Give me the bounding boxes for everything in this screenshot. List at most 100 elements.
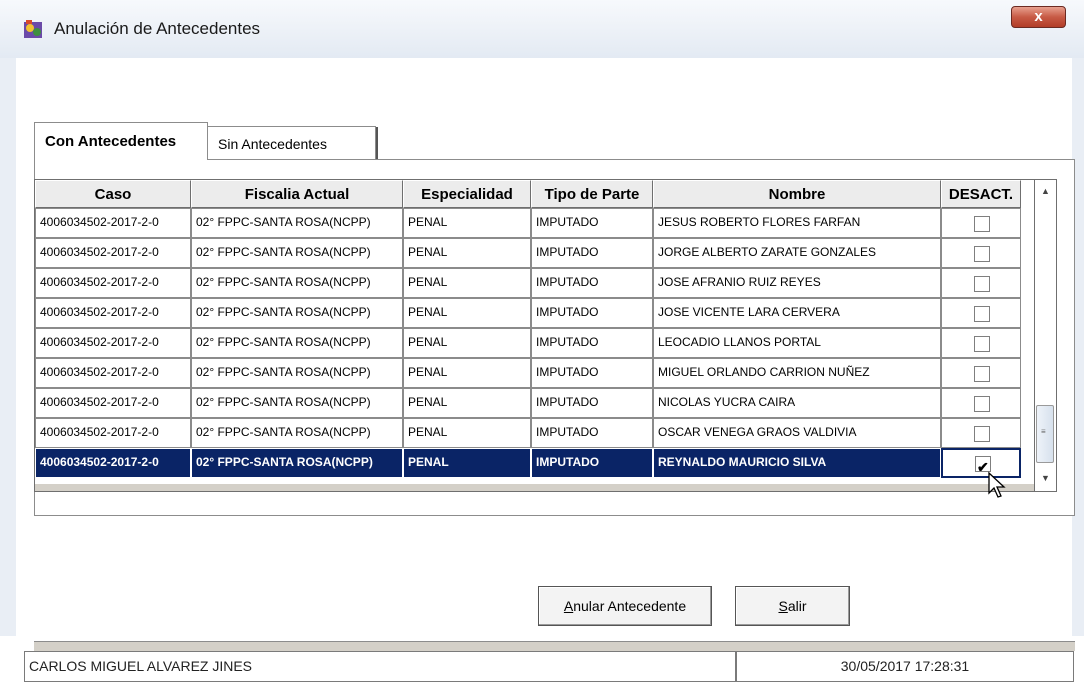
cell-tipo-parte[interactable]: IMPUTADO <box>531 448 653 478</box>
column-header-tipo-parte[interactable]: Tipo de Parte <box>531 180 653 208</box>
cell-nombre[interactable]: JESUS ROBERTO FLORES FARFAN <box>653 208 941 238</box>
cell-fiscalia[interactable]: 02° FPPC-SANTA ROSA(NCPP) <box>191 268 403 298</box>
cell-fiscalia[interactable]: 02° FPPC-SANTA ROSA(NCPP) <box>191 298 403 328</box>
scrollbar-grip-icon: ≡ <box>1041 427 1046 436</box>
cell-tipo-parte[interactable]: IMPUTADO <box>531 418 653 448</box>
column-header-fiscalia[interactable]: Fiscalia Actual <box>191 180 403 208</box>
desact-checkbox[interactable] <box>974 276 990 292</box>
cell-caso[interactable]: 4006034502-2017-2-0 <box>35 328 191 358</box>
cell-nombre[interactable]: REYNALDO MAURICIO SILVA <box>653 448 941 478</box>
cell-nombre[interactable]: NICOLAS YUCRA CAIRA <box>653 388 941 418</box>
table-row[interactable]: 4006034502-2017-2-0 02° FPPC-SANTA ROSA(N… <box>35 358 1034 388</box>
cell-desact <box>941 328 1021 358</box>
cell-caso[interactable]: 4006034502-2017-2-0 <box>35 448 191 478</box>
cell-caso[interactable]: 4006034502-2017-2-0 <box>35 208 191 238</box>
mouse-cursor-icon <box>988 471 1006 498</box>
grid-horizontal-edge <box>34 484 1034 492</box>
cell-tipo-parte[interactable]: IMPUTADO <box>531 208 653 238</box>
cell-desact <box>941 268 1021 298</box>
table-row[interactable]: 4006034502-2017-2-0 02° FPPC-SANTA ROSA(N… <box>35 388 1034 418</box>
cell-caso[interactable]: 4006034502-2017-2-0 <box>35 238 191 268</box>
scroll-down-arrow-icon[interactable]: ▼ <box>1041 473 1050 483</box>
cell-caso[interactable]: 4006034502-2017-2-0 <box>35 358 191 388</box>
cell-fiscalia[interactable]: 02° FPPC-SANTA ROSA(NCPP) <box>191 448 403 478</box>
table-row[interactable]: 4006034502-2017-2-0 02° FPPC-SANTA ROSA(N… <box>35 208 1034 238</box>
client-area: Con Antecedentes Sin Antecedentes Caso F… <box>16 58 1075 682</box>
tab-con-antecedentes[interactable]: Con Antecedentes <box>34 122 208 160</box>
dialog-window: Anulación de Antecedentes x Con Antecede… <box>0 0 1084 682</box>
antecedentes-grid[interactable]: Caso Fiscalia Actual Especialidad Tipo d… <box>34 179 1034 485</box>
cell-caso[interactable]: 4006034502-2017-2-0 <box>35 388 191 418</box>
table-row[interactable]: 4006034502-2017-2-0 02° FPPC-SANTA ROSA(N… <box>35 298 1034 328</box>
table-row[interactable]: 4006034502-2017-2-0 02° FPPC-SANTA ROSA(N… <box>35 418 1034 448</box>
cell-especialidad[interactable]: PENAL <box>403 328 531 358</box>
status-bar-divider <box>34 641 1075 651</box>
window-title: Anulación de Antecedentes <box>54 19 261 38</box>
anular-mnemonic: A <box>563 598 574 614</box>
column-header-caso[interactable]: Caso <box>35 180 191 208</box>
cell-especialidad[interactable]: PENAL <box>403 268 531 298</box>
cell-especialidad[interactable]: PENAL <box>403 358 531 388</box>
title-bar[interactable]: Anulación de Antecedentes x <box>0 0 1084 58</box>
app-icon <box>24 20 42 38</box>
cell-desact <box>941 208 1021 238</box>
cell-tipo-parte[interactable]: IMPUTADO <box>531 268 653 298</box>
table-row[interactable]: 4006034502-2017-2-0 02° FPPC-SANTA ROSA(N… <box>35 328 1034 358</box>
cell-nombre[interactable]: MIGUEL ORLANDO CARRION NUÑEZ <box>653 358 941 388</box>
desact-checkbox[interactable]: ✔ <box>975 456 991 475</box>
cell-desact <box>941 298 1021 328</box>
status-user: CARLOS MIGUEL ALVAREZ JINES <box>24 651 736 682</box>
cell-fiscalia[interactable]: 02° FPPC-SANTA ROSA(NCPP) <box>191 238 403 268</box>
desact-checkbox[interactable] <box>974 396 990 412</box>
cell-caso[interactable]: 4006034502-2017-2-0 <box>35 418 191 448</box>
column-header-desact[interactable]: DESACT. <box>941 180 1021 208</box>
cell-tipo-parte[interactable]: IMPUTADO <box>531 298 653 328</box>
cell-fiscalia[interactable]: 02° FPPC-SANTA ROSA(NCPP) <box>191 418 403 448</box>
cell-nombre[interactable]: JORGE ALBERTO ZARATE GONZALES <box>653 238 941 268</box>
column-header-nombre[interactable]: Nombre <box>653 180 941 208</box>
cell-fiscalia[interactable]: 02° FPPC-SANTA ROSA(NCPP) <box>191 328 403 358</box>
cell-especialidad[interactable]: PENAL <box>403 418 531 448</box>
cell-fiscalia[interactable]: 02° FPPC-SANTA ROSA(NCPP) <box>191 208 403 238</box>
cell-tipo-parte[interactable]: IMPUTADO <box>531 328 653 358</box>
cell-desact <box>941 388 1021 418</box>
desact-checkbox[interactable] <box>974 216 990 232</box>
table-row[interactable]: 4006034502-2017-2-0 02° FPPC-SANTA ROSA(N… <box>35 268 1034 298</box>
cell-tipo-parte[interactable]: IMPUTADO <box>531 238 653 268</box>
cell-especialidad[interactable]: PENAL <box>403 388 531 418</box>
cell-caso[interactable]: 4006034502-2017-2-0 <box>35 268 191 298</box>
cell-desact: ✔ <box>941 448 1021 478</box>
desact-checkbox[interactable] <box>974 426 990 442</box>
cell-nombre[interactable]: JOSE VICENTE LARA CERVERA <box>653 298 941 328</box>
desact-checkbox[interactable] <box>974 246 990 262</box>
cell-fiscalia[interactable]: 02° FPPC-SANTA ROSA(NCPP) <box>191 388 403 418</box>
cell-nombre[interactable]: JOSE AFRANIO RUIZ REYES <box>653 268 941 298</box>
desact-checkbox[interactable] <box>974 366 990 382</box>
window-frame-left <box>0 58 16 636</box>
cell-nombre[interactable]: OSCAR VENEGA GRAOS VALDIVIA <box>653 418 941 448</box>
cell-desact <box>941 238 1021 268</box>
salir-button[interactable]: Salir <box>735 586 850 626</box>
cell-tipo-parte[interactable]: IMPUTADO <box>531 358 653 388</box>
column-header-especialidad[interactable]: Especialidad <box>403 180 531 208</box>
status-datetime: 30/05/2017 17:28:31 <box>736 651 1074 682</box>
cell-fiscalia[interactable]: 02° FPPC-SANTA ROSA(NCPP) <box>191 358 403 388</box>
cell-especialidad[interactable]: PENAL <box>403 208 531 238</box>
anular-antecedente-button[interactable]: Anular Antecedente <box>538 586 712 626</box>
scrollbar-thumb[interactable]: ≡ <box>1036 405 1054 463</box>
cell-tipo-parte[interactable]: IMPUTADO <box>531 388 653 418</box>
cell-especialidad[interactable]: PENAL <box>403 238 531 268</box>
table-row[interactable]: 4006034502-2017-2-0 02° FPPC-SANTA ROSA(N… <box>35 448 1034 478</box>
cell-especialidad[interactable]: PENAL <box>403 298 531 328</box>
desact-checkbox[interactable] <box>974 306 990 322</box>
scroll-up-arrow-icon[interactable]: ▲ <box>1041 186 1050 196</box>
tab-sin-antecedentes[interactable]: Sin Antecedentes <box>206 126 378 160</box>
cell-nombre[interactable]: LEOCADIO LLANOS PORTAL <box>653 328 941 358</box>
desact-checkbox[interactable] <box>974 336 990 352</box>
close-button[interactable]: x <box>1011 6 1066 28</box>
salir-mnemonic: S <box>778 598 788 614</box>
cell-especialidad[interactable]: PENAL <box>403 448 531 478</box>
cell-caso[interactable]: 4006034502-2017-2-0 <box>35 298 191 328</box>
cell-desact <box>941 358 1021 388</box>
table-row[interactable]: 4006034502-2017-2-0 02° FPPC-SANTA ROSA(N… <box>35 238 1034 268</box>
